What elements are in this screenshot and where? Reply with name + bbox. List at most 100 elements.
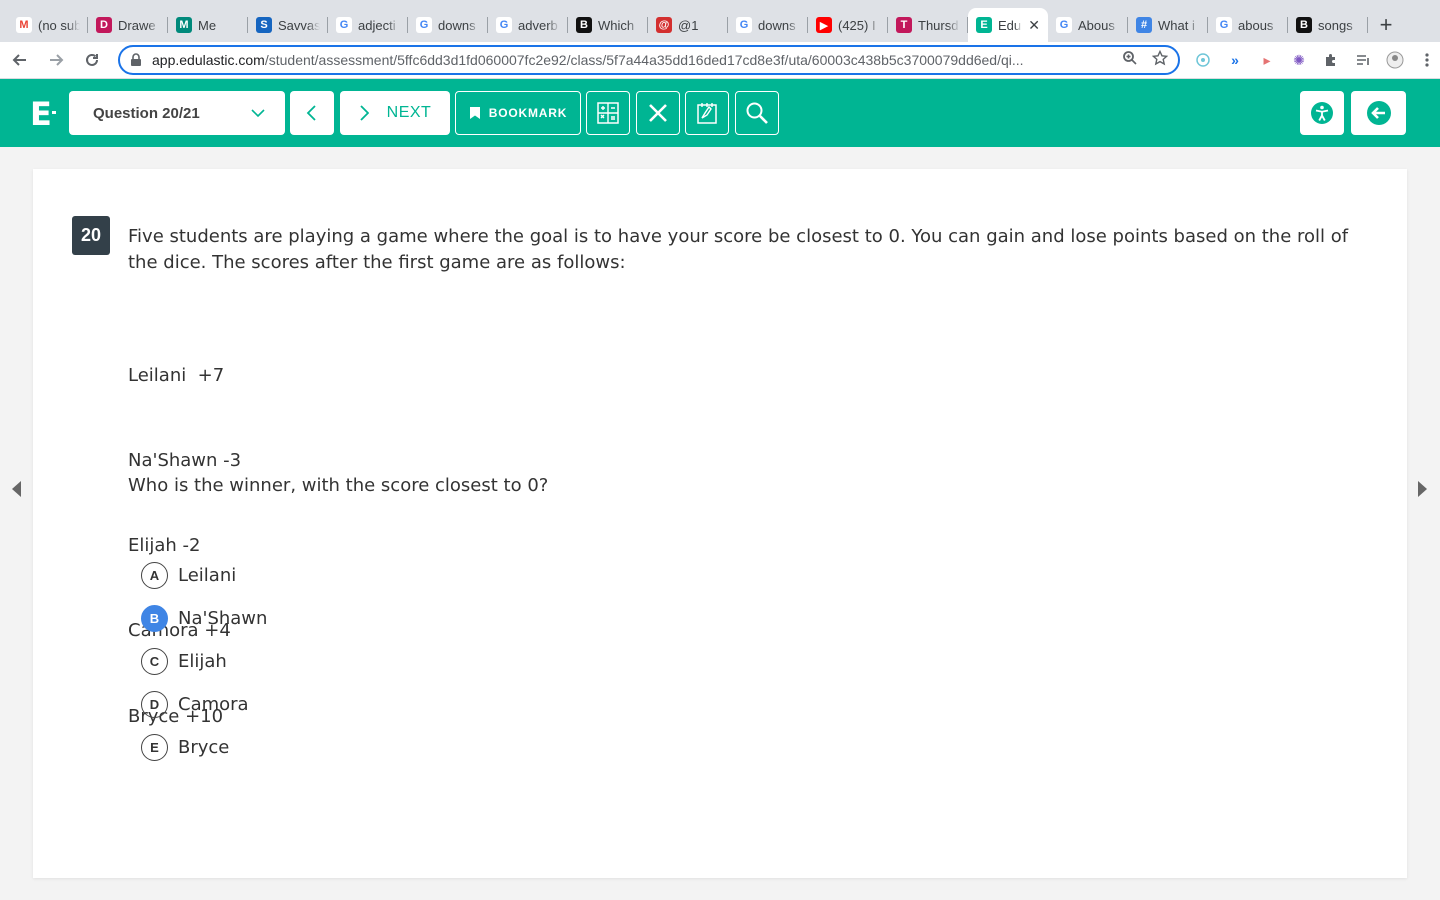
choice-bubble[interactable]: C: [141, 647, 168, 675]
profile-avatar-icon[interactable]: [1386, 51, 1404, 69]
lock-icon: [130, 53, 144, 67]
browser-tab[interactable]: S Savvas: [248, 8, 328, 42]
back-button[interactable]: [4, 44, 36, 76]
next-arrow[interactable]: [1413, 478, 1433, 500]
url-text: app.edulastic.com/student/assessment/5ff…: [152, 52, 1024, 68]
choice-label: Elijah: [178, 650, 227, 672]
new-tab-button[interactable]: +: [1368, 8, 1404, 42]
browser-tab[interactable]: Gdowns: [408, 8, 488, 42]
question-stem: Five students are playing a game where t…: [128, 226, 1349, 273]
previous-question-button[interactable]: [290, 91, 334, 135]
extension-flower-icon[interactable]: ✺: [1290, 51, 1308, 69]
reload-button[interactable]: [76, 44, 108, 76]
zoom-icon[interactable]: [1122, 50, 1138, 70]
puzzle-icon[interactable]: [1322, 51, 1340, 69]
answer-eliminator-button[interactable]: [636, 91, 680, 135]
next-question-button[interactable]: NEXT: [340, 91, 450, 135]
tab-title: Savvas: [278, 17, 320, 33]
address-bar[interactable]: app.edulastic.com/student/assessment/5ff…: [118, 45, 1180, 75]
chevron-left-icon: [12, 481, 21, 497]
tab-title: What i: [1158, 17, 1195, 33]
answer-choice-e[interactable]: E Bryce: [141, 733, 229, 761]
browser-tab[interactable]: Gadjecti: [328, 8, 408, 42]
tab-title: Me: [198, 17, 217, 33]
score-line: Na'Shawn -3: [128, 450, 242, 472]
score-line: Elijah -2: [128, 535, 201, 557]
tab-title: songs: [1318, 17, 1353, 33]
arrow-left-icon: [12, 54, 26, 66]
browser-tab-strip: M (no sub D Drawe M Me S Savvas Gadjecti Gdowns Ga…: [0, 0, 1440, 42]
browser-tab[interactable]: M (no sub: [8, 8, 88, 42]
answer-choice-b[interactable]: B Na'Shawn: [141, 604, 267, 632]
tab-title: adverb: [518, 17, 558, 33]
extension-circle-icon[interactable]: [1194, 51, 1212, 69]
tab-title: downs: [758, 17, 796, 33]
answer-choice-c[interactable]: C Elijah: [141, 647, 227, 675]
assessment-header: E Question 20/21 NEXT BOOKMARK: [0, 79, 1440, 147]
tab-favicon-icon: G: [1216, 17, 1232, 33]
magnifier-button[interactable]: [735, 91, 779, 135]
tab-title: Edu: [998, 17, 1022, 33]
tab-favicon-icon: B: [1296, 17, 1312, 33]
browser-tab[interactable]: M Me: [168, 8, 248, 42]
tab-favicon-icon: #: [1136, 17, 1152, 33]
tab-favicon-icon: S: [256, 17, 272, 33]
browser-tab[interactable]: Gdowns: [728, 8, 808, 42]
tab-title: (no sub: [38, 17, 80, 33]
accessibility-button[interactable]: [1300, 91, 1344, 135]
browser-tab[interactable]: ▶ (425) I: [808, 8, 888, 42]
bookmark-icon: [469, 107, 480, 119]
browser-tab[interactable]: Gabous: [1208, 8, 1288, 42]
choice-label: Leilani: [178, 564, 237, 586]
browser-tab[interactable]: @ @1: [648, 8, 728, 42]
browser-toolbar: app.edulastic.com/student/assessment/5ff…: [0, 42, 1440, 79]
question-select[interactable]: Question 20/21: [69, 91, 285, 135]
tab-favicon-icon: @: [656, 17, 672, 33]
scratchpad-button[interactable]: [685, 91, 729, 135]
tab-favicon-icon: M: [16, 17, 32, 33]
score-line: Leilani +7: [128, 364, 225, 386]
reload-icon: [86, 53, 98, 66]
extension-record-icon[interactable]: ▸: [1258, 51, 1276, 69]
previous-arrow[interactable]: [6, 478, 26, 500]
choice-bubble[interactable]: E: [141, 733, 168, 761]
star-icon[interactable]: [1151, 49, 1169, 70]
tab-favicon-icon: B: [576, 17, 592, 33]
browser-tab[interactable]: E Edu ✕: [968, 8, 1048, 42]
media-queue-icon[interactable]: [1354, 51, 1372, 69]
tab-title: downs: [438, 17, 476, 33]
answer-choice-d[interactable]: D Camora: [141, 690, 249, 718]
calculator-button[interactable]: [586, 91, 630, 135]
choice-label: Na'Shawn: [178, 607, 268, 629]
close-tab-icon[interactable]: ✕: [1028, 17, 1040, 34]
exit-icon: [1366, 101, 1391, 125]
tab-favicon-icon: G: [416, 17, 432, 33]
search-icon: [746, 102, 768, 124]
arrow-right-icon: [50, 54, 64, 66]
tab-favicon-icon: G: [1056, 17, 1072, 33]
browser-tab[interactable]: D Drawe: [88, 8, 168, 42]
browser-tab[interactable]: G Abous: [1048, 8, 1128, 42]
choice-bubble-selected[interactable]: B: [141, 604, 168, 632]
choice-bubble[interactable]: A: [141, 561, 168, 589]
extension-read-icon[interactable]: »: [1226, 51, 1244, 69]
tab-title: Drawe: [118, 17, 156, 33]
forward-button[interactable]: [40, 44, 72, 76]
choice-bubble[interactable]: D: [141, 690, 168, 718]
browser-tab[interactable]: B Which: [568, 8, 648, 42]
choice-label: Camora: [178, 693, 249, 715]
accessibility-icon: [1311, 102, 1333, 124]
chevron-right-icon: [1418, 481, 1427, 497]
browser-tab[interactable]: T Thursd: [888, 8, 968, 42]
browser-tab[interactable]: Gadverb: [488, 8, 568, 42]
answer-choice-a[interactable]: A Leilani: [141, 561, 236, 589]
exit-button[interactable]: [1351, 91, 1406, 135]
browser-tab[interactable]: Bsongs: [1288, 8, 1368, 42]
kebab-menu-icon[interactable]: [1418, 51, 1436, 69]
tab-favicon-icon: E: [976, 17, 992, 33]
tab-favicon-icon: ▶: [816, 17, 832, 33]
browser-tab[interactable]: # What i: [1128, 8, 1208, 42]
logo-dot: [52, 111, 56, 114]
bookmark-label: BOOKMARK: [488, 106, 568, 120]
bookmark-button[interactable]: BOOKMARK: [455, 91, 581, 135]
